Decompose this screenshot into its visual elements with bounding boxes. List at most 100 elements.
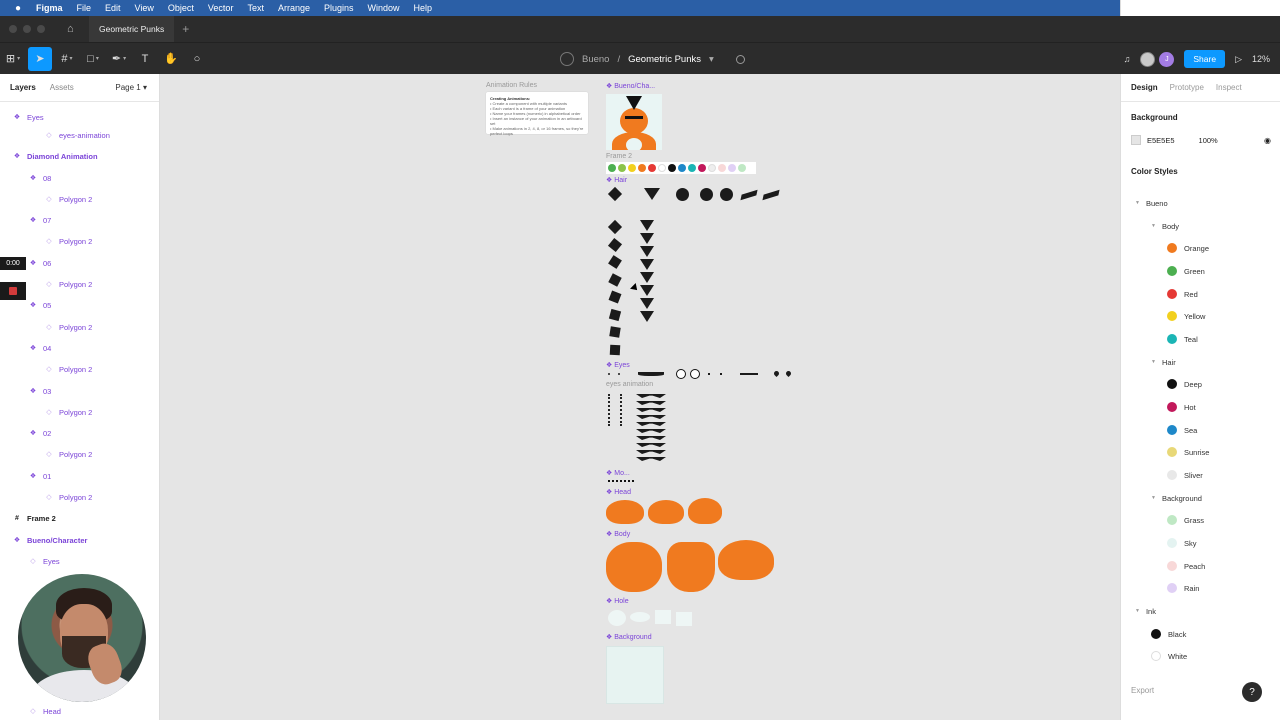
diamond-frame[interactable] [607, 237, 623, 252]
palette-swatch[interactable] [678, 164, 686, 172]
eye-shape[interactable] [618, 373, 620, 375]
triangle-frame[interactable] [640, 220, 654, 231]
eye-animation-frame[interactable] [636, 443, 666, 447]
frame-tool-icon[interactable]: # ▾ [54, 43, 80, 75]
layer-item[interactable]: ❖ 02 [0, 426, 51, 440]
palette-swatch[interactable] [608, 164, 616, 172]
tab-prototype[interactable]: Prototype [1170, 83, 1204, 92]
share-button[interactable]: Share [1184, 50, 1226, 68]
menu-edit[interactable]: Edit [105, 3, 121, 13]
color-style-item[interactable]: Orange [1167, 241, 1209, 255]
tab-design[interactable]: Design [1131, 83, 1158, 92]
color-style-group[interactable]: ▼ Ink [1135, 604, 1156, 618]
color-style-item[interactable]: Green [1167, 264, 1205, 278]
mouth-variants[interactable] [608, 480, 634, 482]
home-icon[interactable]: ⌂ [67, 23, 79, 35]
hole-variant-4[interactable] [676, 612, 692, 626]
collaborator-avatar[interactable]: J [1159, 51, 1175, 67]
hand-tool-icon[interactable]: ✋ [158, 43, 184, 75]
color-style-item[interactable]: Teal [1167, 332, 1198, 346]
frame-label-eyes-animation[interactable]: eyes animation [606, 381, 653, 388]
layer-item[interactable]: ◇ Polygon 2 [0, 447, 92, 461]
palette-swatch[interactable] [638, 164, 646, 172]
minimize-window-icon[interactable] [23, 25, 31, 33]
move-tool-icon[interactable]: ➤ [28, 46, 52, 71]
layer-item[interactable]: ◇ Polygon 2 [0, 405, 92, 419]
color-style-item[interactable]: Grass [1167, 513, 1204, 527]
eye-animation-frame[interactable] [636, 401, 666, 405]
palette-swatch[interactable] [738, 164, 746, 172]
layer-item[interactable]: ❖ 03 [0, 384, 51, 398]
file-name[interactable]: Geometric Punks [628, 54, 701, 65]
layer-item[interactable]: ◇ Polygon 2 [0, 362, 92, 376]
hole-variant-3[interactable] [655, 610, 671, 624]
menu-plugins[interactable]: Plugins [324, 3, 354, 13]
color-style-item[interactable]: Sliver [1167, 468, 1203, 482]
tab-assets[interactable]: Assets [50, 83, 74, 92]
user-avatar[interactable] [1140, 51, 1156, 67]
frame-label-animation-rules[interactable]: Animation Rules [486, 82, 537, 89]
headphones-icon[interactable]: ♫ [1124, 54, 1131, 64]
frame-label-body[interactable]: ❖ Body [606, 530, 630, 538]
menu-window[interactable]: Window [368, 3, 400, 13]
color-style-item[interactable]: Sunrise [1167, 445, 1209, 459]
frame-label-mouth[interactable]: ❖ Mo... [606, 469, 630, 477]
eye-animation-frame[interactable] [636, 422, 666, 426]
zoom-level[interactable]: 12% [1252, 54, 1270, 64]
chevron-down-icon[interactable]: ▾ [709, 54, 714, 65]
hair-shape[interactable] [644, 188, 660, 200]
hole-variant-1[interactable] [608, 610, 626, 626]
layer-item[interactable]: ◇ eyes-animation [0, 128, 110, 142]
palette-swatch[interactable] [688, 164, 696, 172]
collapse-caret-icon[interactable]: ▼ [1151, 223, 1156, 229]
background-opacity[interactable]: 100% [1199, 136, 1218, 145]
color-style-item[interactable]: Yellow [1167, 309, 1205, 323]
background-variant[interactable] [606, 646, 664, 704]
menu-help[interactable]: Help [414, 3, 433, 13]
layer-item[interactable]: ◇ Head [0, 704, 61, 718]
frame-label-hole[interactable]: ❖ Hole [606, 597, 629, 605]
color-style-item[interactable]: Deep [1167, 377, 1202, 391]
diamond-frame[interactable] [609, 344, 621, 355]
collapse-caret-icon[interactable]: ▼ [1151, 495, 1156, 501]
collapse-caret-icon[interactable]: ▼ [1151, 359, 1156, 365]
hole-variant-2[interactable] [630, 612, 650, 622]
eye-shape[interactable] [708, 373, 710, 375]
close-window-icon[interactable] [9, 25, 17, 33]
eye-animation-frame[interactable] [636, 436, 666, 440]
hair-shape[interactable] [740, 189, 758, 201]
frame-label-background[interactable]: ❖ Background [606, 633, 652, 641]
head-variant-2[interactable] [648, 500, 684, 524]
color-style-group[interactable]: ▼ Hair [1151, 355, 1176, 369]
eye-shape[interactable] [676, 369, 686, 379]
eye-animation-frame[interactable] [636, 408, 666, 412]
main-menu-icon[interactable]: ⊞ ▾ [0, 43, 26, 75]
eye-shape[interactable] [608, 373, 610, 375]
palette-swatch[interactable] [718, 164, 726, 172]
frame-label-head[interactable]: ❖ Head [606, 488, 631, 496]
head-variant-3[interactable] [688, 498, 722, 524]
layer-item[interactable]: ◇ Polygon 2 [0, 320, 92, 334]
eye-shape[interactable] [720, 373, 722, 375]
collapse-caret-icon[interactable]: ▼ [1135, 200, 1140, 206]
shape-tool-icon[interactable]: □ ▾ [80, 43, 106, 75]
eye-animation-frame[interactable] [636, 415, 666, 419]
layer-item[interactable]: ❖ Eyes [0, 110, 44, 124]
tab-inspect[interactable]: Inspect [1216, 83, 1242, 92]
layer-item[interactable]: ❖ 04 [0, 341, 51, 355]
eye-animation-frame[interactable] [636, 450, 666, 454]
layer-item[interactable]: ❖ Diamond Animation [0, 149, 98, 163]
diamond-frame[interactable] [609, 326, 621, 338]
palette-swatch[interactable] [658, 164, 666, 172]
diamond-frame[interactable] [607, 219, 623, 235]
stop-recording-button[interactable] [0, 282, 26, 300]
menu-vector[interactable]: Vector [208, 3, 234, 13]
tab-layers[interactable]: Layers [10, 83, 36, 92]
color-style-item[interactable]: Peach [1167, 559, 1205, 573]
comment-tool-icon[interactable]: ○ [184, 43, 210, 75]
background-swatch[interactable] [1131, 135, 1141, 145]
palette-swatch[interactable] [618, 164, 626, 172]
body-variant-2[interactable] [667, 542, 715, 592]
eye-shape[interactable] [740, 373, 758, 375]
diamond-frame[interactable] [608, 290, 622, 304]
